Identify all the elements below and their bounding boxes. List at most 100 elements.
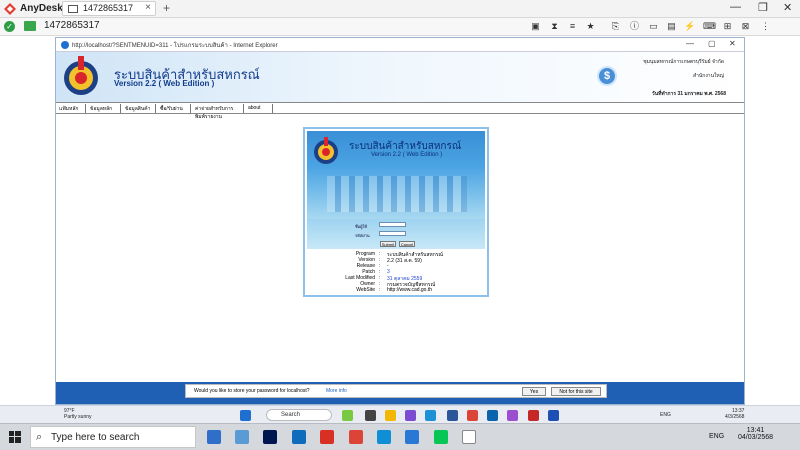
permissions-icon[interactable]: ⊞ (722, 21, 733, 32)
word-icon[interactable] (447, 410, 458, 421)
not-for-this-site-button[interactable]: Not for this site (551, 387, 601, 396)
menu-item-purchase[interactable]: ซื้อ/รับผ่าน (157, 104, 191, 113)
ie-taskbar-icon[interactable] (548, 410, 559, 421)
menu-icon[interactable]: ⋮ (760, 21, 771, 32)
yes-button[interactable]: Yes (522, 387, 546, 396)
banner-logo-icon (314, 137, 338, 164)
more-info-link[interactable]: More info (326, 388, 347, 394)
cancel-button[interactable]: Cancel (399, 241, 415, 247)
taskview-icon[interactable] (365, 410, 376, 421)
main-menu: แฟ้มหลัก ข้อมูลหลัก ข้อมูลสินค้า ซื้อ/รั… (56, 102, 744, 120)
remote-search[interactable]: Search (266, 409, 332, 421)
start-icon[interactable] (240, 410, 251, 421)
remote-address: 1472865317 (44, 20, 100, 31)
anydesk-taskbar-icon[interactable] (405, 430, 419, 444)
ie-maximize-icon[interactable]: ▢ (708, 39, 716, 48)
menu-item-main[interactable]: แฟ้มหลัก (56, 104, 86, 113)
message-icon[interactable]: ▤ (666, 21, 677, 32)
local-search-box[interactable]: ⌕ Type here to search (30, 426, 196, 448)
remote-language[interactable]: ENG (660, 412, 671, 418)
maximize-icon[interactable]: ❐ (758, 1, 768, 14)
ie-minimize-icon[interactable]: — (686, 39, 694, 48)
local-clock: 13:41 04/03/2568 (738, 427, 773, 441)
windows-start-icon[interactable] (9, 431, 21, 443)
teams-icon[interactable] (405, 410, 416, 421)
info-row: WebSite: http://www.cad.go.th (356, 287, 433, 293)
action-icon[interactable]: ⚡ (684, 21, 695, 32)
weather-widget[interactable]: 97°F Partly sunny (64, 408, 92, 420)
info-icon[interactable]: ⓘ (629, 21, 640, 32)
remote-monitor-icon (24, 21, 36, 31)
line-icon[interactable] (434, 430, 448, 444)
ie-title: http://localhost/?SENTMENUID=311 - โปรแก… (72, 43, 278, 49)
outlook-icon[interactable] (487, 410, 498, 421)
privacy-icon[interactable]: ⊠ (740, 21, 751, 32)
menu-item-about[interactable]: about (245, 104, 273, 113)
username-label: ชื่อผู้ใช้ (355, 224, 368, 229)
remote-taskbar: 97°F Partly sunny Search ENG 13:37 4/3/2… (0, 405, 800, 423)
photoshop-icon[interactable] (263, 430, 277, 444)
local-date: 04/03/2568 (738, 434, 774, 441)
app-version: Version 2.2 ( Web Edition ) (114, 79, 215, 88)
calculator-icon[interactable] (207, 430, 221, 444)
file-explorer-icon[interactable] (385, 410, 396, 421)
organization-name: ชุมนุมสหกรณ์การเกษตรบุรีรัมย์ จำกัด (643, 59, 724, 65)
supermarket-shelf-image (327, 176, 467, 212)
monitor-icon (68, 5, 78, 13)
login-panel: ระบบสินค้าสำหรับสหกรณ์ Version 2.2 ( Web… (303, 127, 489, 297)
connected-check-icon: ✓ (4, 21, 15, 32)
local-taskbar: ⌕ Type here to search ENG 13:41 04/03/25… (0, 423, 800, 450)
save-password-question: Would you like to store your password fo… (194, 388, 310, 394)
banner-version: Version 2.2 ( Web Edition ) (371, 152, 443, 158)
local-language[interactable]: ENG (709, 433, 724, 440)
anydesk-logo-icon (4, 3, 16, 15)
login-banner: ระบบสินค้าสำหรับสหกรณ์ Version 2.2 ( Web… (307, 131, 485, 219)
widget-icon[interactable] (342, 410, 353, 421)
cooperative-logo-icon (64, 56, 98, 95)
hourglass-icon[interactable]: ⧗ (549, 21, 560, 32)
branch-name: สำนักงานใหญ่ (693, 73, 724, 79)
star-icon[interactable]: ★ (585, 21, 596, 32)
chat-icon[interactable]: ▣ (530, 21, 541, 32)
dollar-coin-icon: $ (597, 66, 617, 86)
database-icon[interactable]: ≡ (567, 21, 578, 32)
local-search-placeholder: Type here to search (51, 432, 140, 443)
display-icon[interactable]: ▭ (648, 21, 659, 32)
login-form: ชื่อผู้ใช้ รหัสผ่าน Submit Cancel (307, 219, 485, 249)
new-tab-icon[interactable]: + (163, 1, 170, 15)
close-icon[interactable]: ✕ (783, 1, 792, 14)
submit-button[interactable]: Submit (380, 241, 396, 247)
ie-window: http://localhost/?SENTMENUID=311 - โปรแก… (55, 37, 745, 405)
edge-icon[interactable] (425, 410, 436, 421)
search-icon: ⌕ (36, 431, 43, 443)
file-icon[interactable] (462, 430, 476, 444)
close-tab-icon[interactable]: × (145, 2, 151, 13)
outlook-local-icon[interactable] (292, 430, 306, 444)
session-tab[interactable]: 1472865317 × (62, 1, 156, 16)
pdf-icon[interactable] (528, 410, 539, 421)
chrome-profile-icon[interactable] (349, 430, 363, 444)
remote-date: 4/3/2568 (725, 414, 745, 420)
anydesk-title-bar: AnyDesk 1472865317 × + — ❐ ✕ (0, 0, 800, 18)
username-input[interactable] (379, 222, 406, 227)
session-tab-label: 1472865317 (83, 3, 134, 13)
menu-item-products[interactable]: ข้อมูลสินค้า (122, 104, 156, 113)
app-header: ระบบสินค้าสำหรับสหกรณ์ Version 2.2 ( Web… (56, 52, 744, 102)
chat-app-icon[interactable] (235, 430, 249, 444)
keyboard-icon[interactable]: ⌨ (703, 21, 716, 32)
chrome-icon[interactable] (467, 410, 478, 421)
working-date: วันที่ทำการ 31 มกราคม พ.ศ. 2568 (651, 91, 726, 97)
menu-item-master-data[interactable]: ข้อมูลหลัก (87, 104, 121, 113)
file-transfer-icon[interactable]: ⎘ (610, 21, 621, 32)
app-icon[interactable] (507, 410, 518, 421)
ie-title-bar: http://localhost/?SENTMENUID=311 - โปรแก… (56, 38, 744, 52)
minimize-icon[interactable]: — (730, 1, 741, 13)
anydesk-app-name: AnyDesk (20, 3, 63, 14)
password-input[interactable] (379, 231, 406, 236)
ie-close-icon[interactable]: ✕ (729, 39, 736, 48)
chrome-local-icon[interactable] (320, 430, 334, 444)
password-label: รหัสผ่าน (355, 233, 370, 238)
menu-item-report[interactable]: ค่าจ่ายสำหรับการพิมพ์รายงาน (192, 104, 244, 120)
edge-local-icon[interactable] (377, 430, 391, 444)
remote-clock: 13:37 4/3/2568 (725, 408, 744, 420)
